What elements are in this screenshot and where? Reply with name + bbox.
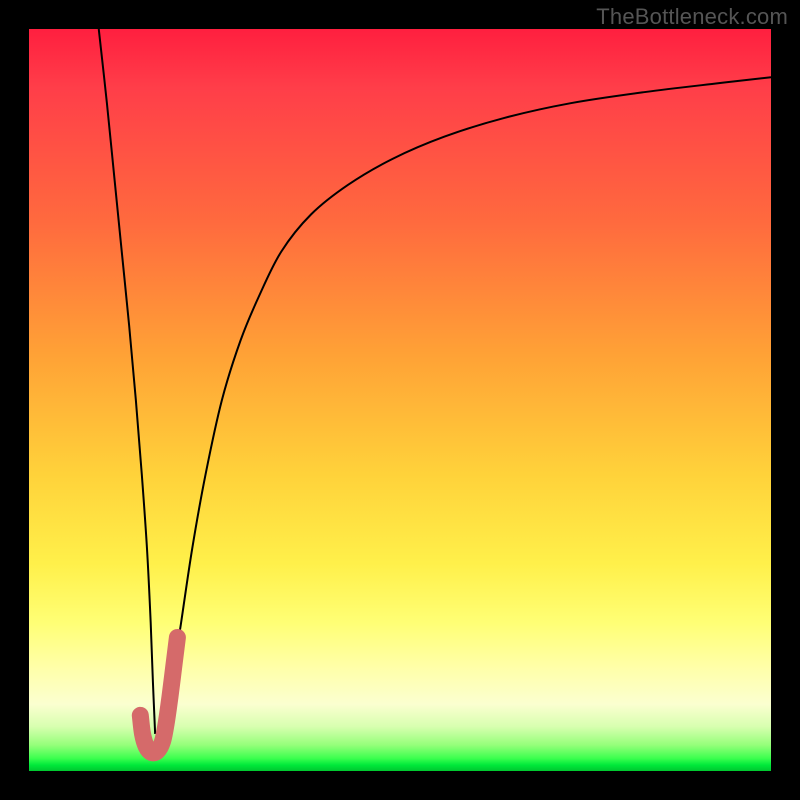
series-right-branch <box>166 77 771 734</box>
plot-area <box>29 29 771 771</box>
watermark-text: TheBottleneck.com <box>596 4 788 30</box>
chart-svg <box>29 29 771 771</box>
series-left-branch <box>99 29 155 734</box>
series-hook-marker <box>140 637 177 752</box>
chart-frame: TheBottleneck.com <box>0 0 800 800</box>
